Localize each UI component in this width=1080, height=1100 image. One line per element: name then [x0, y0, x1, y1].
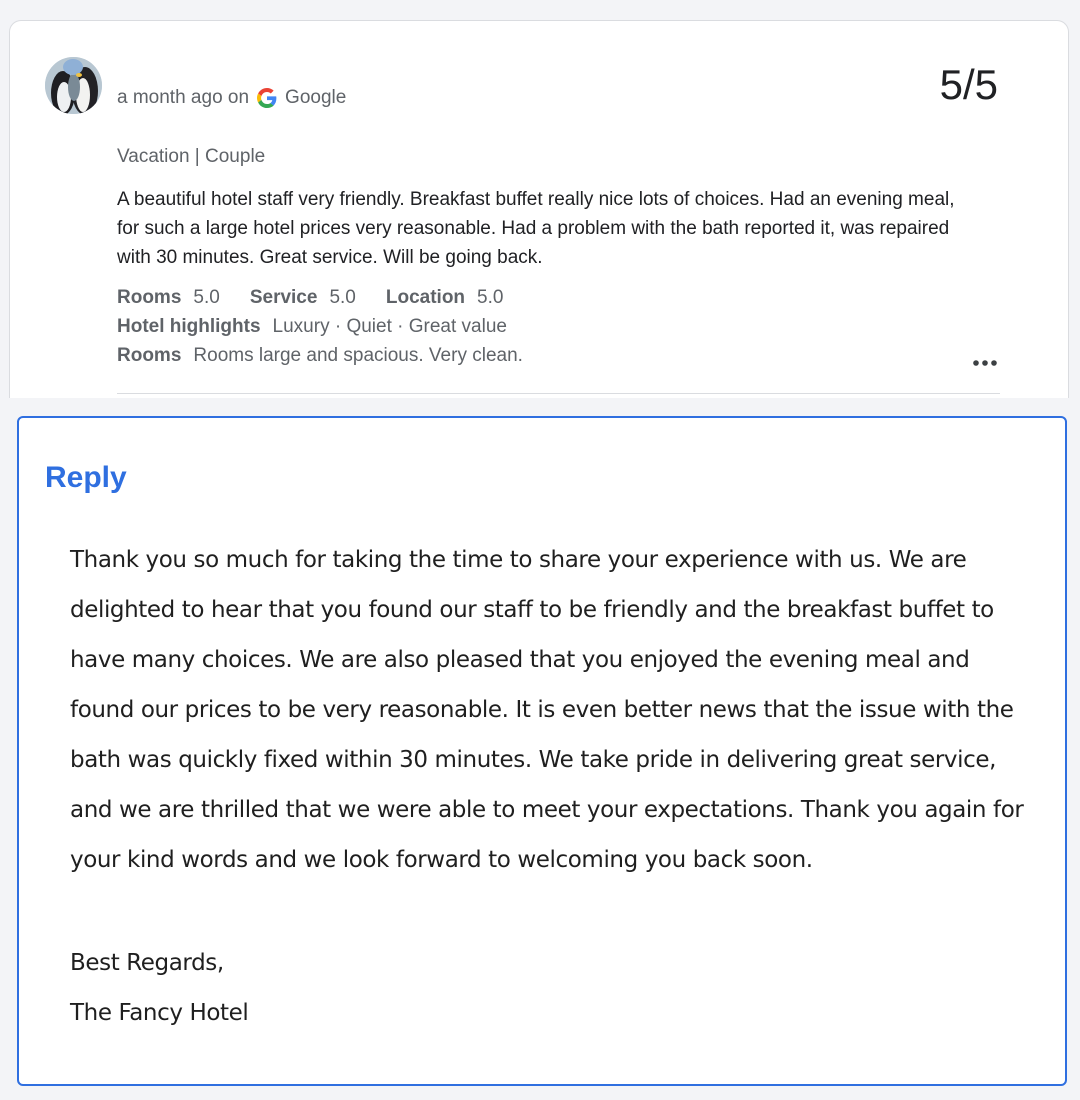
- rating-label-service: Service: [249, 287, 318, 308]
- rating-value-location: 5.0: [477, 287, 504, 308]
- review-text: A beautiful hotel staff very friendly. B…: [117, 189, 955, 268]
- review-card: a month ago on Google 5/5 Vacation | Cou…: [9, 20, 1069, 398]
- highlights-label: Hotel highlights: [117, 316, 261, 337]
- review-source[interactable]: Google: [285, 87, 346, 109]
- hotel-highlights: Hotel highlights Luxury · Quiet · Great v…: [117, 316, 507, 338]
- reply-signoff: Best Regards, The Fancy Hotel: [70, 938, 249, 1038]
- reply-signature: The Fancy Hotel: [70, 1000, 249, 1026]
- rating-value-rooms: 5.0: [193, 287, 220, 308]
- reply-closing: Best Regards,: [70, 950, 224, 976]
- reply-card: Reply Thank you so much for taking the t…: [17, 416, 1067, 1086]
- rating-label-location: Location: [385, 287, 466, 308]
- reviewer-avatar[interactable]: [45, 57, 102, 114]
- divider: [117, 393, 1000, 394]
- review-meta: a month ago on Google: [117, 87, 346, 109]
- review-time: a month ago on: [117, 87, 250, 108]
- more-dots-icon: [973, 360, 997, 366]
- rooms-comment: Rooms Rooms large and spacious. Very clea…: [117, 345, 523, 367]
- trip-type: Vacation | Couple: [117, 146, 266, 167]
- review-score: 5/5: [939, 61, 998, 108]
- ratings-line: Rooms 5.0 Service 5.0 Location 5.0: [117, 287, 503, 309]
- reply-title: Reply: [45, 461, 127, 494]
- rooms-label: Rooms: [117, 345, 182, 366]
- more-options-button[interactable]: [972, 353, 998, 373]
- rating-value-service: 5.0: [329, 287, 356, 308]
- penguin-avatar-icon: [45, 57, 102, 114]
- reply-body: Thank you so much for taking the time to…: [70, 547, 1024, 873]
- highlights-value: Luxury · Quiet · Great value: [272, 316, 507, 337]
- rooms-value: Rooms large and spacious. Very clean.: [193, 345, 523, 366]
- rating-label-rooms: Rooms: [117, 287, 182, 308]
- google-g-icon: [257, 88, 277, 108]
